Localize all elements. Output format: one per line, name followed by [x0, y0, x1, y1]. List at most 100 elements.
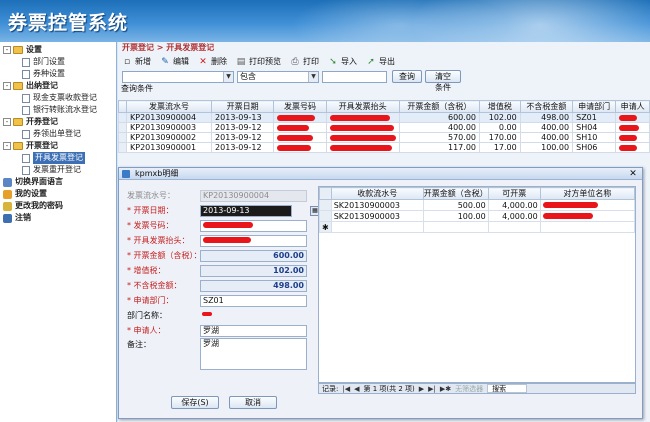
key-icon	[3, 201, 12, 211]
column-header[interactable]: 申请部门	[572, 100, 617, 113]
export-button[interactable]: ➚ 导出	[366, 56, 395, 67]
receipt-table: 收款流水号 开票金额（含税） 可开票 对方单位名称 SK20130900003 …	[319, 187, 636, 233]
query-button[interactable]: 查询	[392, 70, 422, 83]
new-record-icon[interactable]: ▶✱	[440, 385, 451, 393]
amount-with-tax-field[interactable]: 600.00	[200, 249, 307, 262]
chevron-down-icon[interactable]: ▼	[223, 71, 233, 82]
toolbar: ▫ 新增 ✎ 编辑 ✕ 删除 ▤ 打印预览 ⎙ 打印 ➘ 导入 ➚ 导出	[118, 54, 650, 69]
note-field[interactable]: 罗湖	[200, 338, 307, 370]
redacted-cell	[615, 132, 650, 143]
column-header[interactable]: 可开票	[487, 187, 541, 200]
document-icon	[22, 57, 30, 67]
clear-conditions-button[interactable]: 清空条件	[425, 70, 461, 92]
redacted-cell	[273, 142, 327, 153]
expand-icon[interactable]: -	[3, 142, 11, 150]
column-header[interactable]: 开票金额（含税）	[398, 100, 481, 113]
column-header[interactable]: 申请人	[615, 100, 650, 113]
row-selector[interactable]	[319, 210, 332, 222]
document-icon	[22, 153, 30, 163]
invoice-date-field[interactable]: 2013-09-13	[200, 204, 292, 217]
row-selector[interactable]	[118, 142, 127, 153]
redaction-mark	[202, 312, 212, 316]
table-row-new[interactable]: ✱	[319, 221, 636, 233]
document-icon	[22, 105, 30, 115]
edit-button[interactable]: ✎ 编辑	[160, 56, 189, 67]
row-selector[interactable]	[118, 122, 127, 133]
expand-icon[interactable]: -	[3, 82, 11, 90]
print-button[interactable]: ⎙ 打印	[290, 56, 319, 67]
column-header[interactable]: 不含税金额	[519, 100, 574, 113]
filter-status[interactable]: 无筛选器	[455, 384, 483, 394]
field-row-header: * 开具发票抬头：	[125, 233, 325, 248]
redaction-mark	[329, 134, 396, 141]
expand-icon[interactable]: -	[3, 46, 11, 54]
record-navigator: 记录: |◀ ◀ 第 1 项(共 2 项) ▶ ▶| ▶✱ 无筛选器 搜索	[318, 383, 636, 394]
column-header[interactable]: 开票金额（含税）	[422, 187, 489, 200]
redacted-cell	[325, 122, 400, 133]
sidebar-item-invoice-reissue[interactable]: 发票重开登记	[0, 164, 116, 176]
table-row[interactable]: SK20130900003 500.00 4,000.00	[319, 199, 636, 211]
column-header[interactable]: 开具发票抬头	[325, 100, 400, 113]
column-header[interactable]: 收款流水号	[330, 187, 424, 200]
sidebar-item-logout[interactable]: 注销	[0, 212, 116, 224]
amount-without-tax-field[interactable]: 498.00	[200, 279, 307, 292]
next-record-icon[interactable]: ▶	[419, 385, 424, 393]
filter-operator-select[interactable]: 包含 ▼	[237, 70, 319, 83]
sidebar-item-switch-language[interactable]: 切换界面语言	[0, 176, 116, 188]
table-row[interactable]: KP20130900003 2013-09-12 400.00 0.00 400…	[118, 122, 650, 133]
sidebar-item-voucher-type-settings[interactable]: 券种设置	[0, 68, 116, 80]
table-row[interactable]: KP20130900002 2013-09-12 570.00 170.00 4…	[118, 132, 650, 143]
sidebar-group-settings[interactable]: - 设置	[0, 44, 116, 56]
sidebar-group-invoice[interactable]: - 开票登记	[0, 140, 116, 152]
folder-icon	[13, 82, 23, 90]
print-preview-button[interactable]: ▤ 打印预览	[236, 56, 281, 67]
filter-value-input[interactable]	[322, 70, 387, 83]
row-selector[interactable]	[319, 199, 332, 211]
sidebar-item-bank-transfer[interactable]: 银行转账流水登记	[0, 104, 116, 116]
column-header[interactable]: 增值税	[479, 100, 521, 113]
sidebar-item-voucher-out[interactable]: 券领出单登记	[0, 128, 116, 140]
row-selector[interactable]	[118, 112, 127, 123]
vat-field[interactable]: 102.00	[200, 264, 307, 277]
save-button[interactable]: 保存(S)	[171, 396, 219, 409]
invoice-header-field[interactable]	[200, 234, 307, 247]
redacted-cell	[273, 122, 327, 133]
first-record-icon[interactable]: |◀	[342, 385, 350, 393]
prev-record-icon[interactable]: ◀	[354, 385, 359, 393]
app-title: 券票控管系统	[8, 12, 129, 34]
detail-form: 发票流水号： KP20130900004 * 开票日期： 2013-09-13 …	[125, 188, 325, 374]
invoice-number-field[interactable]	[200, 219, 307, 232]
filter-field-select[interactable]: ▼	[122, 70, 234, 83]
sidebar-item-change-password[interactable]: 更改我的密码	[0, 200, 116, 212]
table-row[interactable]: KP20130900004 2013-09-13 600.00 102.00 4…	[118, 112, 650, 123]
sidebar-item-dept-settings[interactable]: 部门设置	[0, 56, 116, 68]
import-button[interactable]: ➘ 导入	[328, 56, 357, 67]
delete-button[interactable]: ✕ 删除	[198, 56, 227, 67]
column-header[interactable]: 对方单位名称	[539, 187, 636, 200]
sidebar-group-cashier[interactable]: - 出纳登记	[0, 80, 116, 92]
sidebar-group-voucher-issue[interactable]: - 开券登记	[0, 116, 116, 128]
last-record-icon[interactable]: ▶|	[428, 385, 436, 393]
document-icon	[22, 129, 30, 139]
sidebar-item-invoice-issue[interactable]: 开具发票登记	[0, 152, 116, 164]
sidebar-item-cash-check-receipt[interactable]: 现金支票收款登记	[0, 92, 116, 104]
new-button[interactable]: ▫ 新增	[122, 56, 151, 67]
field-row-note: 备注： 罗湖	[125, 338, 325, 374]
header-decoration-2	[290, 0, 510, 42]
cancel-button[interactable]: 取消	[229, 396, 277, 409]
edit-icon: ✎	[161, 56, 169, 67]
close-icon[interactable]: ✕	[628, 168, 638, 180]
table-row[interactable]: SK20130900003 100.00 4,000.00	[319, 210, 636, 222]
search-input[interactable]: 搜索	[487, 384, 528, 393]
column-header[interactable]: 发票流水号	[125, 100, 213, 113]
column-header[interactable]: 发票号码	[273, 100, 327, 113]
dialog-title-bar[interactable]: kpmxb明细 ✕	[119, 168, 642, 180]
applicant-field[interactable]: 罗湖	[200, 324, 307, 337]
table-row[interactable]: KP20130900001 2013-09-12 117.00 17.00 10…	[118, 142, 650, 153]
chevron-down-icon[interactable]: ▼	[308, 71, 318, 82]
column-header[interactable]: 开票日期	[211, 100, 275, 113]
expand-icon[interactable]: -	[3, 118, 11, 126]
row-selector[interactable]	[118, 132, 127, 143]
sidebar-item-my-settings[interactable]: 我的设置	[0, 188, 116, 200]
department-field[interactable]: SZ01	[200, 294, 307, 307]
